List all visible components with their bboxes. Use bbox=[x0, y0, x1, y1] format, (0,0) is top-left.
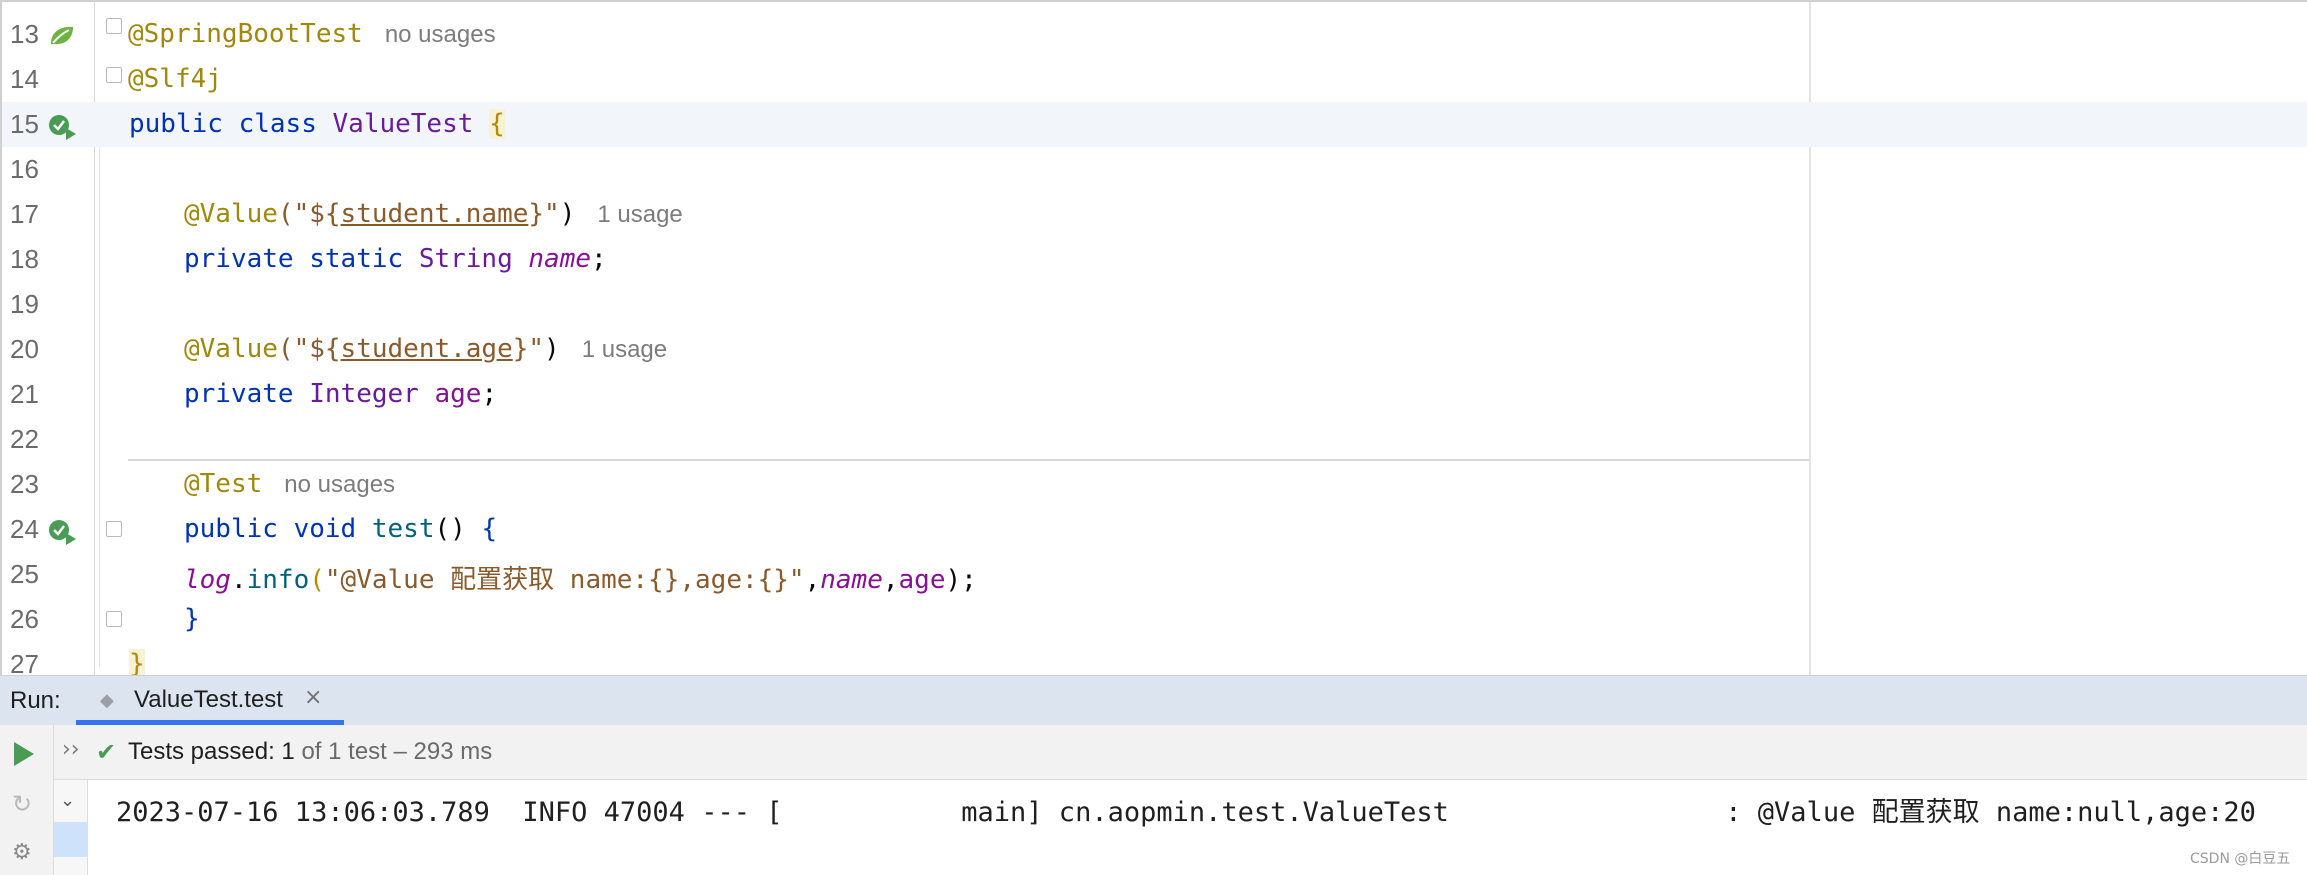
run-test-icon[interactable] bbox=[48, 519, 76, 545]
run-label: Run: bbox=[10, 687, 61, 714]
line-number: 17 bbox=[10, 199, 39, 229]
chevron-down-icon[interactable]: ⌄ bbox=[60, 790, 75, 811]
play-icon[interactable] bbox=[14, 742, 34, 766]
code-line-13[interactable]: 13 @SpringBootTest no usages bbox=[2, 12, 2307, 57]
method-name: test bbox=[371, 514, 435, 544]
watermark: CSDN @白豆五 bbox=[2190, 851, 2291, 867]
code-line-21[interactable]: 21 private Integer age; bbox=[2, 372, 2307, 417]
field-name: name bbox=[528, 244, 592, 274]
code-line-19[interactable]: 19 bbox=[2, 282, 2307, 327]
line-number: 21 bbox=[10, 379, 39, 409]
fold-marker[interactable] bbox=[106, 67, 122, 83]
code-line-22[interactable]: 22 bbox=[2, 417, 2307, 462]
fold-marker[interactable] bbox=[106, 18, 122, 34]
line-number: 19 bbox=[10, 289, 39, 319]
code-line-14[interactable]: 14 @Slf4j bbox=[2, 57, 2307, 102]
close-icon[interactable]: × bbox=[304, 685, 322, 710]
test-config-icon: ◆ bbox=[100, 690, 114, 711]
field-name: age bbox=[434, 379, 482, 409]
log-message-string: "@Value 配置获取 name:{},age:{}" bbox=[324, 565, 805, 595]
spring-leaf-icon[interactable] bbox=[48, 24, 76, 48]
code-line-20[interactable]: 20 @Value("${student.age}") 1 usage bbox=[2, 327, 2307, 372]
line-number: 25 bbox=[10, 559, 39, 589]
test-tree-selection[interactable] bbox=[54, 822, 88, 857]
run-tool-window-header: Run: bbox=[0, 675, 2307, 725]
rerun-failed-icon[interactable]: ↻ bbox=[12, 790, 38, 818]
usage-hint[interactable]: no usages bbox=[284, 471, 395, 498]
code-line-23[interactable]: 23 @Test no usages bbox=[2, 462, 2307, 507]
code-line-26[interactable]: 26 } bbox=[2, 597, 2307, 642]
fold-marker[interactable] bbox=[106, 521, 122, 537]
method-separator bbox=[128, 459, 1809, 461]
property-key: student.age bbox=[340, 334, 513, 364]
line-number: 14 bbox=[10, 64, 39, 94]
property-key: student.name bbox=[340, 199, 529, 229]
settings-icon[interactable]: ⚙ bbox=[12, 840, 38, 866]
tab-valuetest-test[interactable]: ◆ ValueTest.test × bbox=[76, 675, 344, 725]
tab-title: ValueTest.test bbox=[134, 686, 283, 713]
fold-marker[interactable] bbox=[106, 611, 122, 627]
code-line-27[interactable]: 27 } bbox=[2, 642, 2307, 675]
line-number: 20 bbox=[10, 334, 39, 364]
line-number: 22 bbox=[10, 424, 39, 454]
code-line-25[interactable]: 25 log.info("@Value 配置获取 name:{},age:{}"… bbox=[2, 552, 2307, 597]
line-number: 18 bbox=[10, 244, 39, 274]
usage-hint[interactable]: no usages bbox=[385, 21, 496, 48]
class-name: ValueTest bbox=[332, 109, 474, 139]
usage-hint[interactable]: 1 usage bbox=[582, 336, 667, 363]
usage-hint[interactable]: 1 usage bbox=[597, 201, 682, 228]
line-number: 26 bbox=[10, 604, 39, 634]
code-line-18[interactable]: 18 private static String name; bbox=[2, 237, 2307, 282]
annotation-slf4j: @Slf4j bbox=[128, 64, 222, 94]
test-status: Tests passed: 1 of 1 test – 293 ms bbox=[128, 738, 493, 765]
code-line-16[interactable]: 16 bbox=[2, 147, 2307, 192]
line-number: 15 bbox=[10, 109, 39, 139]
annotation-springboottest: @SpringBootTest bbox=[128, 19, 363, 49]
console-log-line: 2023-07-16 13:06:03.789 INFO 47004 --- [… bbox=[116, 797, 2256, 828]
run-test-icon[interactable] bbox=[48, 114, 76, 140]
line-number: 16 bbox=[10, 154, 39, 184]
check-icon: ✔ bbox=[96, 738, 117, 766]
code-editor[interactable]: 13 @SpringBootTest no usages 14 @Slf4j 15… bbox=[0, 0, 2307, 675]
more-actions-icon[interactable]: ›› bbox=[62, 737, 80, 762]
line-number: 23 bbox=[10, 469, 39, 499]
code-line-24[interactable]: 24 public void test() { bbox=[2, 507, 2307, 552]
code-line-15[interactable]: 15 public class ValueTest { bbox=[2, 102, 2307, 147]
code-line-17[interactable]: 17 @Value("${student.name}") 1 usage bbox=[2, 192, 2307, 237]
line-number: 27 bbox=[10, 649, 39, 675]
line-number: 24 bbox=[10, 514, 39, 544]
line-number: 13 bbox=[10, 19, 39, 49]
